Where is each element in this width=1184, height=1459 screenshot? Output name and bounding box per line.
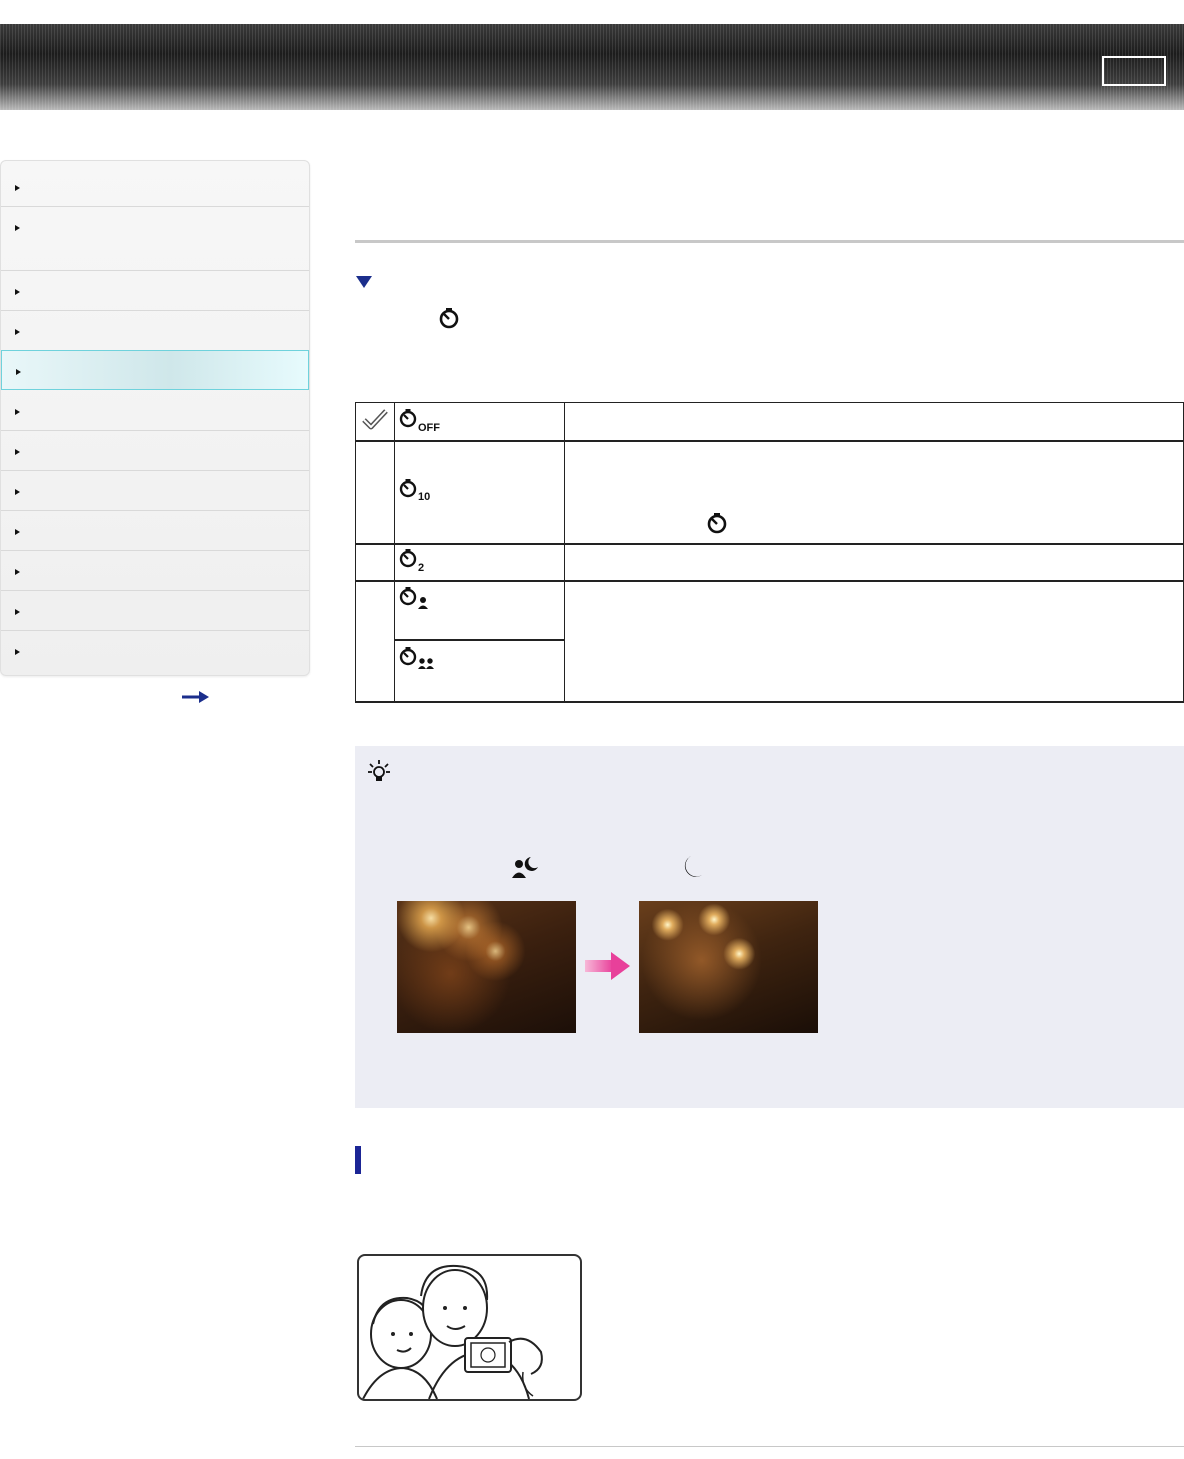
self-timer-icon bbox=[707, 513, 727, 534]
example-photo-before bbox=[397, 901, 576, 1033]
svg-text:10: 10 bbox=[418, 491, 430, 502]
bullet-arrow-icon bbox=[15, 289, 20, 295]
sidebar-item[interactable] bbox=[1, 207, 309, 271]
sidebar-item-active[interactable] bbox=[1, 350, 309, 390]
sidebar-item[interactable] bbox=[1, 431, 309, 471]
settings-table: OFF 10 2 bbox=[355, 402, 1184, 703]
bullet-arrow-icon bbox=[15, 609, 20, 615]
night-scene-icon bbox=[684, 856, 702, 877]
bullet-arrow-icon bbox=[15, 489, 20, 495]
sidebar-item[interactable] bbox=[1, 511, 309, 551]
sidebar-item[interactable] bbox=[1, 391, 309, 431]
example-photo-after bbox=[639, 901, 818, 1033]
bullet-arrow-icon bbox=[15, 649, 20, 655]
self-timer-10sec-icon: 10 bbox=[399, 479, 430, 502]
illustration-father-and-child-with-camera bbox=[357, 1254, 582, 1401]
bullet-arrow-icon bbox=[16, 369, 21, 375]
bullet-arrow-icon bbox=[15, 409, 20, 415]
checkmark-icon bbox=[362, 409, 388, 430]
sidebar-item[interactable] bbox=[1, 271, 309, 311]
night-portrait-icon bbox=[512, 857, 538, 878]
lightbulb-hint-icon bbox=[368, 760, 390, 781]
self-portrait-two-people-icon bbox=[399, 647, 434, 669]
header-banner bbox=[0, 24, 1184, 110]
svg-text:2: 2 bbox=[418, 562, 424, 572]
self-timer-icon bbox=[439, 308, 459, 329]
bullet-arrow-icon bbox=[15, 449, 20, 455]
bottom-divider bbox=[355, 1446, 1184, 1447]
self-timer-off-icon: OFF bbox=[399, 409, 440, 432]
bullet-arrow-icon bbox=[15, 225, 20, 231]
bullet-arrow-icon bbox=[15, 185, 20, 191]
sidebar-item[interactable] bbox=[1, 631, 309, 675]
bullet-arrow-icon bbox=[15, 569, 20, 575]
sidebar-item[interactable] bbox=[1, 161, 309, 207]
section-toggle-triangle-icon[interactable] bbox=[356, 276, 372, 288]
sidebar-nav bbox=[0, 160, 310, 676]
bullet-arrow-icon bbox=[15, 529, 20, 535]
right-arrow-icon[interactable] bbox=[182, 690, 210, 704]
sidebar-item[interactable] bbox=[1, 551, 309, 591]
title-divider bbox=[355, 240, 1184, 243]
header-box[interactable] bbox=[1102, 56, 1166, 86]
self-portrait-one-person-icon bbox=[399, 587, 428, 609]
bullet-arrow-icon bbox=[15, 329, 20, 335]
svg-text:OFF: OFF bbox=[418, 422, 440, 432]
section-marker bbox=[355, 1146, 361, 1174]
self-timer-2sec-icon: 2 bbox=[399, 549, 424, 572]
illustration-drawing bbox=[362, 1264, 543, 1399]
sidebar-item[interactable] bbox=[1, 471, 309, 511]
sidebar-item[interactable] bbox=[1, 311, 309, 351]
sidebar-item[interactable] bbox=[1, 591, 309, 631]
pink-arrow-icon bbox=[585, 952, 630, 980]
